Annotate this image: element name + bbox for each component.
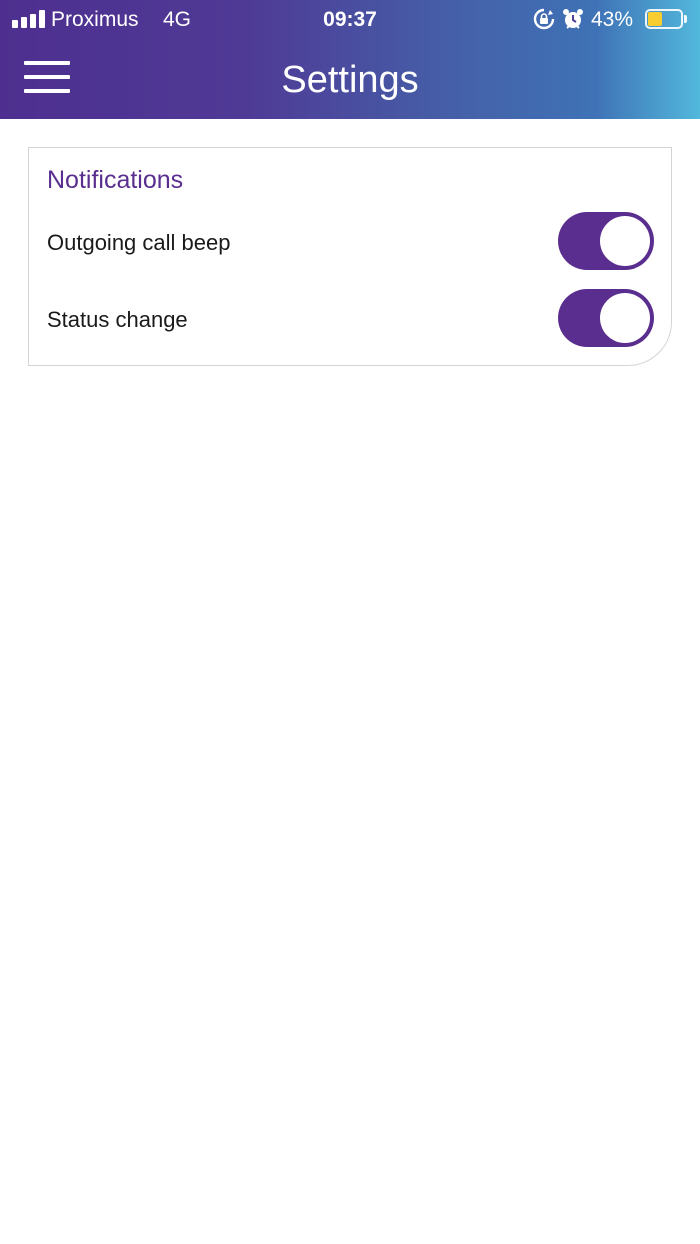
alarm-icon [563, 9, 583, 29]
status-change-toggle[interactable] [558, 289, 654, 347]
app-header: Proximus 4G 09:37 43% Settings [0, 0, 700, 119]
notifications-section-title: Notifications [47, 166, 184, 194]
setting-label-status-change: Status change [47, 307, 188, 332]
battery-level-fill [648, 12, 662, 26]
rotation-lock-icon [533, 8, 555, 30]
setting-row-outgoing-call-beep: Outgoing call beep [29, 211, 671, 275]
toggle-knob [600, 216, 650, 266]
toggle-knob [600, 293, 650, 343]
setting-label-outgoing-call-beep: Outgoing call beep [47, 230, 231, 255]
page-title: Settings [281, 59, 419, 101]
notifications-card: Notifications Outgoing call beep Status … [28, 147, 672, 366]
status-bar: Proximus 4G 09:37 43% [0, 0, 700, 40]
battery-icon [645, 9, 687, 29]
battery-percent: 43% [591, 8, 634, 31]
setting-row-status-change: Status change [29, 288, 671, 352]
outgoing-call-beep-toggle[interactable] [558, 212, 654, 270]
